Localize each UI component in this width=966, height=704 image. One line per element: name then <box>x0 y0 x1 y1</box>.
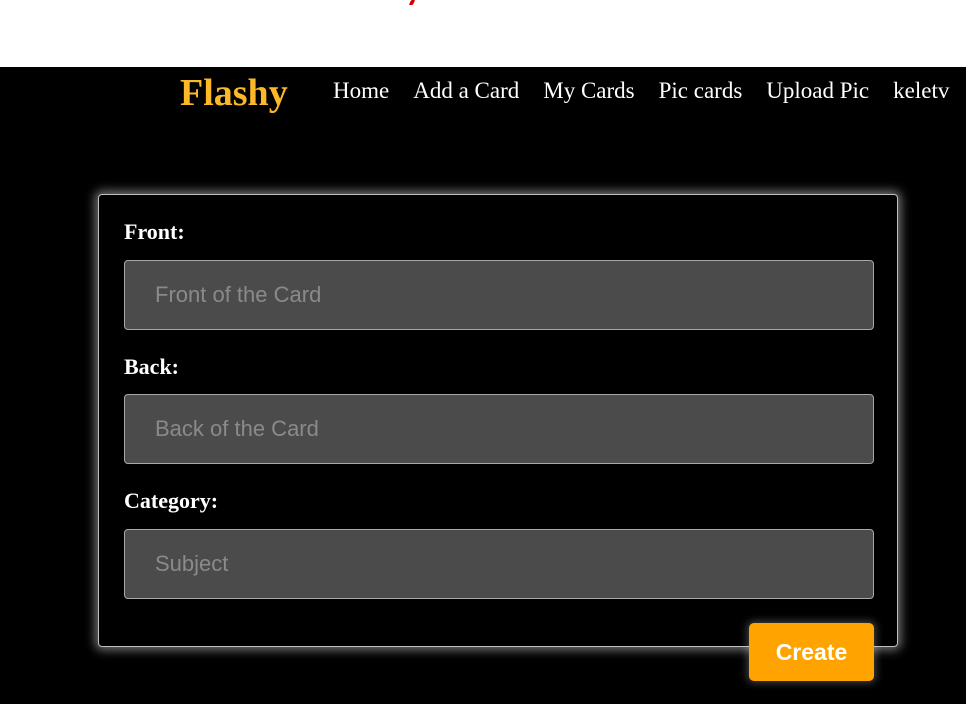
nav-links: Home Add a Card My Cards Pic cards Uploa… <box>333 78 966 104</box>
front-input[interactable] <box>124 260 874 330</box>
create-button[interactable]: Create <box>749 623 874 681</box>
nav-link-home[interactable]: Home <box>333 78 389 104</box>
back-input[interactable] <box>124 394 874 464</box>
back-label: Back: <box>124 354 179 379</box>
nav-link-pic-cards[interactable]: Pic cards <box>659 78 743 104</box>
add-card-form: Front: Back: Category: <box>98 194 898 647</box>
nav-link-upload-pic[interactable]: Upload Pic <box>766 78 869 104</box>
brand-logo[interactable]: Flashy <box>180 71 288 115</box>
navbar: Flashy Home Add a Card My Cards Pic card… <box>0 67 966 119</box>
nav-link-my-cards[interactable]: My Cards <box>543 78 634 104</box>
app-container: Flashy Home Add a Card My Cards Pic card… <box>0 67 966 704</box>
page-top-area <box>0 0 966 67</box>
front-label: Front: <box>124 219 185 244</box>
red-mark <box>408 0 416 5</box>
nav-link-user[interactable]: keletv <box>893 78 949 104</box>
nav-link-add-card[interactable]: Add a Card <box>413 78 519 104</box>
category-label: Category: <box>124 488 219 513</box>
category-input[interactable] <box>124 529 874 599</box>
